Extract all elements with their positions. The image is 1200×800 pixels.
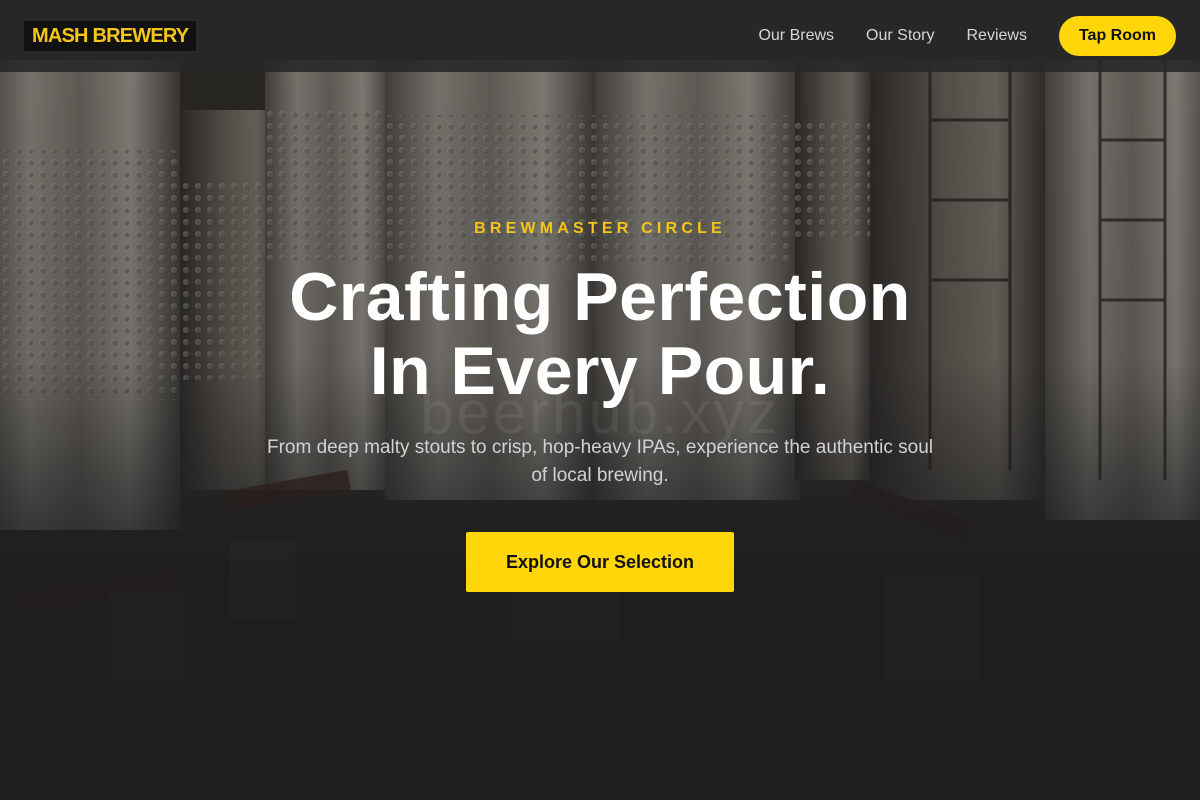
hero-headline: Crafting Perfection In Every Pour. xyxy=(0,260,1200,408)
explore-selection-button[interactable]: Explore Our Selection xyxy=(466,532,734,592)
hero-section: BREWMASTER CIRCLE Crafting Perfection In… xyxy=(0,218,1200,592)
tap-room-button[interactable]: Tap Room xyxy=(1058,16,1176,56)
nav-link-reviews[interactable]: Reviews xyxy=(967,27,1027,45)
headline-line-1: Crafting Perfection xyxy=(289,259,911,335)
nav-link-our-brews[interactable]: Our Brews xyxy=(758,27,834,45)
nav-link-our-story[interactable]: Our Story xyxy=(866,27,934,45)
top-navbar: MASH BREWERY Our Brews Our Story Reviews… xyxy=(0,0,1200,72)
brand-logo[interactable]: MASH BREWERY xyxy=(24,21,197,51)
hero-eyebrow: BREWMASTER CIRCLE xyxy=(474,220,726,237)
hero-subtext: From deep malty stouts to crisp, hop-hea… xyxy=(266,437,934,486)
landing-page: beerhub.xyz MASH BREWERY Our Brews Our S… xyxy=(0,0,1200,800)
nav-links: Our Brews Our Story Reviews Tap Room xyxy=(758,16,1176,56)
headline-line-2: In Every Pour. xyxy=(369,333,831,409)
